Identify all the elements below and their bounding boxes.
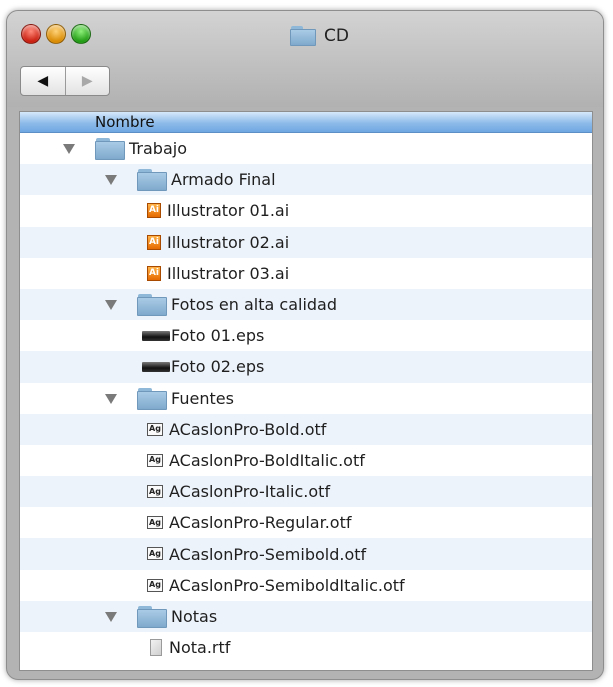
- list-item-label: Notas: [171, 606, 218, 626]
- column-header-label: Nombre: [95, 113, 155, 131]
- file-rows: Trabajo Armado Final Ai Illustrator 01.ai Ai…: [20, 133, 592, 663]
- list-item-label: Foto 01.eps: [171, 326, 265, 346]
- list-item[interactable]: Foto 01.eps: [20, 320, 592, 351]
- list-item-label: ACaslonPro-Italic.otf: [169, 482, 331, 502]
- illustrator-file-icon: Ai: [147, 203, 161, 219]
- list-item[interactable]: Ai Illustrator 02.ai: [20, 226, 592, 258]
- list-item[interactable]: Ag ACaslonPro-Italic.otf: [20, 476, 592, 508]
- list-item[interactable]: Ag ACaslonPro-SemiboldItalic.otf: [20, 570, 592, 601]
- folder-icon: [95, 138, 125, 160]
- list-item[interactable]: Ag ACaslonPro-Semibold.otf: [20, 538, 592, 570]
- document-file-icon: [150, 639, 162, 656]
- eps-file-icon: [142, 362, 170, 373]
- list-item[interactable]: Trabajo: [20, 133, 592, 164]
- list-item[interactable]: Armado Final: [20, 164, 592, 196]
- disclosure-triangle-icon[interactable]: [105, 611, 117, 622]
- disclosure-triangle-icon[interactable]: [105, 393, 117, 404]
- list-item-label: Fuentes: [171, 388, 234, 408]
- window-controls: [21, 24, 91, 44]
- back-arrow-icon: ◀: [37, 73, 49, 89]
- list-item[interactable]: Ag ACaslonPro-BoldItalic.otf: [20, 445, 592, 476]
- eps-file-icon: [142, 331, 170, 342]
- list-item[interactable]: Nota.rtf: [20, 632, 592, 663]
- list-item[interactable]: Fotos en alta calidad: [20, 288, 592, 321]
- disclosure-triangle-icon[interactable]: [63, 144, 75, 154]
- list-item-label: ACaslonPro-Semibold.otf: [169, 544, 367, 564]
- folder-icon: [290, 26, 316, 46]
- font-file-icon: Ag: [147, 422, 163, 436]
- list-item[interactable]: Ai Illustrator 01.ai: [20, 195, 592, 226]
- font-file-icon: Ag: [147, 578, 163, 592]
- forward-button[interactable]: ▶: [66, 67, 110, 95]
- list-item-label: ACaslonPro-Regular.otf: [169, 513, 352, 533]
- folder-icon: [137, 605, 167, 628]
- list-item-label: Illustrator 03.ai: [167, 263, 290, 283]
- window-title: CD: [290, 24, 349, 48]
- list-item[interactable]: Ag ACaslonPro-Bold.otf: [20, 413, 592, 445]
- list-item[interactable]: Ai Illustrator 03.ai: [20, 258, 592, 289]
- font-file-icon: Ag: [147, 485, 163, 499]
- list-item-label: Armado Final: [171, 170, 276, 190]
- illustrator-file-icon: Ai: [147, 234, 161, 250]
- list-item-label: Fotos en alta calidad: [171, 295, 337, 315]
- font-file-icon: Ag: [147, 516, 163, 530]
- close-button[interactable]: [21, 24, 41, 44]
- disclosure-triangle-icon[interactable]: [105, 299, 117, 310]
- disclosure-triangle-icon[interactable]: [105, 175, 117, 186]
- list-item-label: Illustrator 02.ai: [167, 232, 290, 252]
- list-item[interactable]: Fuentes: [20, 383, 592, 414]
- list-item-label: ACaslonPro-BoldItalic.otf: [169, 450, 365, 470]
- zoom-button[interactable]: [71, 24, 91, 44]
- minimize-button[interactable]: [46, 24, 66, 44]
- history-nav: ◀ ▶: [20, 66, 110, 96]
- folder-icon: [137, 293, 167, 316]
- folder-icon: [137, 169, 167, 192]
- list-item[interactable]: Notas: [20, 600, 592, 632]
- font-file-icon: Ag: [147, 547, 163, 561]
- list-item-label: Nota.rtf: [169, 638, 231, 658]
- list-item-label: Illustrator 01.ai: [167, 201, 290, 221]
- finder-window: CD ◀ ▶ Nombre Trabajo Armado Final Ai Illus…: [6, 10, 604, 680]
- list-item-label: Foto 02.eps: [171, 357, 265, 377]
- back-button[interactable]: ◀: [21, 67, 66, 95]
- file-list: Nombre Trabajo Armado Final Ai Illustrator …: [19, 111, 593, 671]
- list-item[interactable]: Ag ACaslonPro-Regular.otf: [20, 507, 592, 538]
- title-bar: CD ◀ ▶: [7, 11, 603, 107]
- list-item-label: ACaslonPro-SemiboldItalic.otf: [169, 575, 405, 595]
- folder-icon: [137, 387, 167, 410]
- list-item[interactable]: Foto 02.eps: [20, 351, 592, 383]
- font-file-icon: Ag: [147, 453, 163, 467]
- list-item-label: Trabajo: [129, 139, 187, 159]
- column-header-name[interactable]: Nombre: [20, 112, 592, 133]
- list-item-label: ACaslonPro-Bold.otf: [169, 419, 327, 439]
- window-title-label: CD: [324, 26, 349, 46]
- forward-arrow-icon: ▶: [81, 73, 93, 89]
- illustrator-file-icon: Ai: [147, 265, 161, 281]
